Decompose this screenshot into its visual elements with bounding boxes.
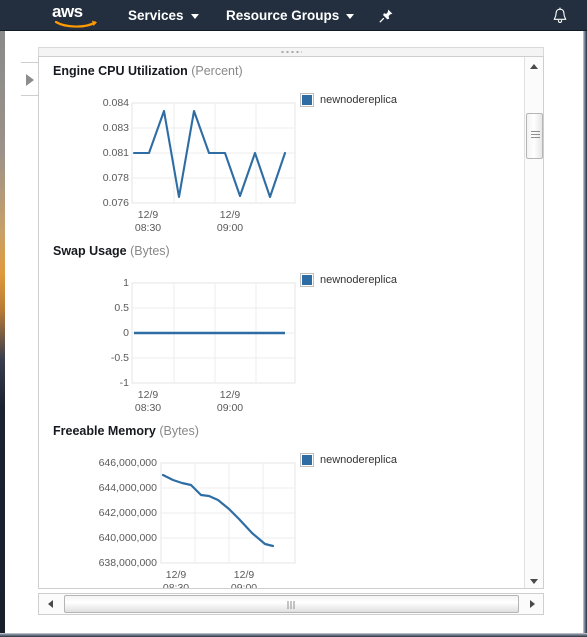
- window-frame-right: [583, 31, 587, 637]
- caret-up-icon: [530, 64, 538, 69]
- drag-dots-icon: [280, 51, 302, 53]
- widget-title: Swap Usage (Bytes): [53, 244, 170, 258]
- y-tick-label: 642,000,000: [98, 507, 157, 519]
- legend-label: newnodereplica: [320, 274, 398, 286]
- grip-lines-icon: [287, 601, 296, 609]
- metrics-scroll-area: Engine CPU Utilization (Percent) 0.084 0…: [39, 57, 526, 589]
- plot-area: 1 0.5 0 -0.5 -1 12/9 08:30 12/9 09:00 ne…: [39, 263, 526, 414]
- nav-services-label: Services: [128, 8, 184, 23]
- chart-legend[interactable]: newnodereplica: [300, 273, 398, 287]
- horizontal-scrollbar-thumb[interactable]: [64, 595, 519, 613]
- grid-lines: [160, 462, 296, 564]
- x-tick-label-date: 12/9: [219, 389, 241, 401]
- chevron-down-icon: [346, 14, 355, 19]
- y-tick-label: 0.5: [114, 302, 129, 314]
- nav-resource-groups-label: Resource Groups: [226, 8, 340, 23]
- chart-legend[interactable]: newnodereplica: [300, 93, 398, 107]
- x-tick-label-time: 09:00: [230, 582, 258, 589]
- y-tick-label: 1: [123, 277, 129, 289]
- scroll-up-button[interactable]: [525, 57, 543, 75]
- caret-right-icon: [530, 600, 535, 608]
- scroll-right-button[interactable]: [523, 595, 541, 613]
- metric-widget-freeable-memory: Freeable Memory (Bytes) 646,000,000 644,…: [39, 419, 526, 589]
- y-tick-label: 640,000,000: [98, 532, 157, 544]
- legend-color-swatch: [300, 93, 314, 107]
- window-frame-bottom: [0, 633, 587, 637]
- legend-color-swatch: [300, 273, 314, 287]
- metric-widget-swap-usage: Swap Usage (Bytes) 1 0.5 0 -0.5 -1 12/9 …: [39, 239, 526, 414]
- aws-smile-icon: [55, 20, 97, 28]
- widget-title: Engine CPU Utilization (Percent): [53, 64, 243, 78]
- vertical-scrollbar[interactable]: [524, 57, 543, 588]
- y-tick-label: 0.078: [102, 172, 129, 184]
- x-tick-label-time: 08:30: [134, 222, 162, 234]
- vertical-scrollbar-thumb[interactable]: [526, 113, 543, 159]
- y-tick-label: 0.083: [102, 122, 129, 134]
- widget-title: Freeable Memory (Bytes): [53, 424, 199, 438]
- x-tick-label-date: 12/9: [137, 209, 159, 221]
- y-tick-label: 0: [123, 327, 129, 339]
- legend-color-swatch: [300, 453, 314, 467]
- x-tick-label-date: 12/9: [219, 209, 241, 221]
- y-tick-label: -1: [119, 377, 129, 389]
- panel-drag-handle[interactable]: [38, 47, 544, 56]
- legend-label: newnodereplica: [320, 454, 398, 466]
- legend-label: newnodereplica: [320, 94, 398, 106]
- widget-title-unit: (Bytes): [130, 244, 170, 258]
- x-tick-label-date: 12/9: [165, 569, 187, 581]
- chevron-right-icon: [26, 74, 34, 86]
- x-tick-label-date: 12/9: [137, 389, 159, 401]
- horizontal-scrollbar[interactable]: [38, 593, 544, 615]
- x-tick-label-time: 09:00: [216, 402, 244, 414]
- metric-widget-engine-cpu-utilization: Engine CPU Utilization (Percent) 0.084 0…: [39, 59, 526, 234]
- caret-down-icon: [530, 579, 538, 584]
- aws-top-navbar: aws Services Resource Groups: [0, 0, 587, 31]
- widget-title-unit: (Percent): [191, 64, 243, 78]
- grip-lines-icon: [531, 131, 540, 139]
- widget-title-text: Freeable Memory: [53, 424, 156, 438]
- plot-area: 646,000,000 644,000,000 642,000,000 640,…: [39, 443, 526, 589]
- pushpin-icon[interactable]: [378, 8, 394, 24]
- widget-title-text: Engine CPU Utilization: [53, 64, 188, 78]
- y-tick-label: 0.084: [102, 97, 129, 109]
- x-tick-label-time: 08:30: [162, 582, 190, 589]
- bell-icon[interactable]: [551, 7, 569, 25]
- y-tick-label: 638,000,000: [98, 557, 157, 569]
- y-tick-label: -0.5: [110, 352, 129, 364]
- x-tick-label-date: 12/9: [233, 569, 255, 581]
- expand-panel-handle[interactable]: [21, 62, 39, 96]
- chevron-down-icon: [190, 14, 199, 19]
- widget-title-unit: (Bytes): [159, 424, 199, 438]
- y-tick-label: 0.076: [102, 197, 129, 209]
- x-tick-label-time: 08:30: [134, 402, 162, 414]
- plot-area: 0.084 0.083 0.081 0.078 0.076 12/9 08:30…: [39, 83, 526, 234]
- y-tick-label: 644,000,000: [98, 482, 157, 494]
- metrics-panel: Engine CPU Utilization (Percent) 0.084 0…: [38, 56, 544, 589]
- nav-resource-groups[interactable]: Resource Groups: [226, 0, 355, 31]
- y-tick-label: 646,000,000: [98, 457, 157, 469]
- chart-legend[interactable]: newnodereplica: [300, 453, 398, 467]
- scroll-down-button[interactable]: [525, 572, 543, 588]
- nav-services[interactable]: Services: [128, 0, 199, 31]
- caret-left-icon: [48, 600, 53, 608]
- aws-logo[interactable]: aws: [52, 3, 106, 29]
- y-tick-label: 0.081: [102, 147, 129, 159]
- x-tick-label-time: 09:00: [216, 222, 244, 234]
- scroll-left-button[interactable]: [41, 595, 59, 613]
- widget-title-text: Swap Usage: [53, 244, 127, 258]
